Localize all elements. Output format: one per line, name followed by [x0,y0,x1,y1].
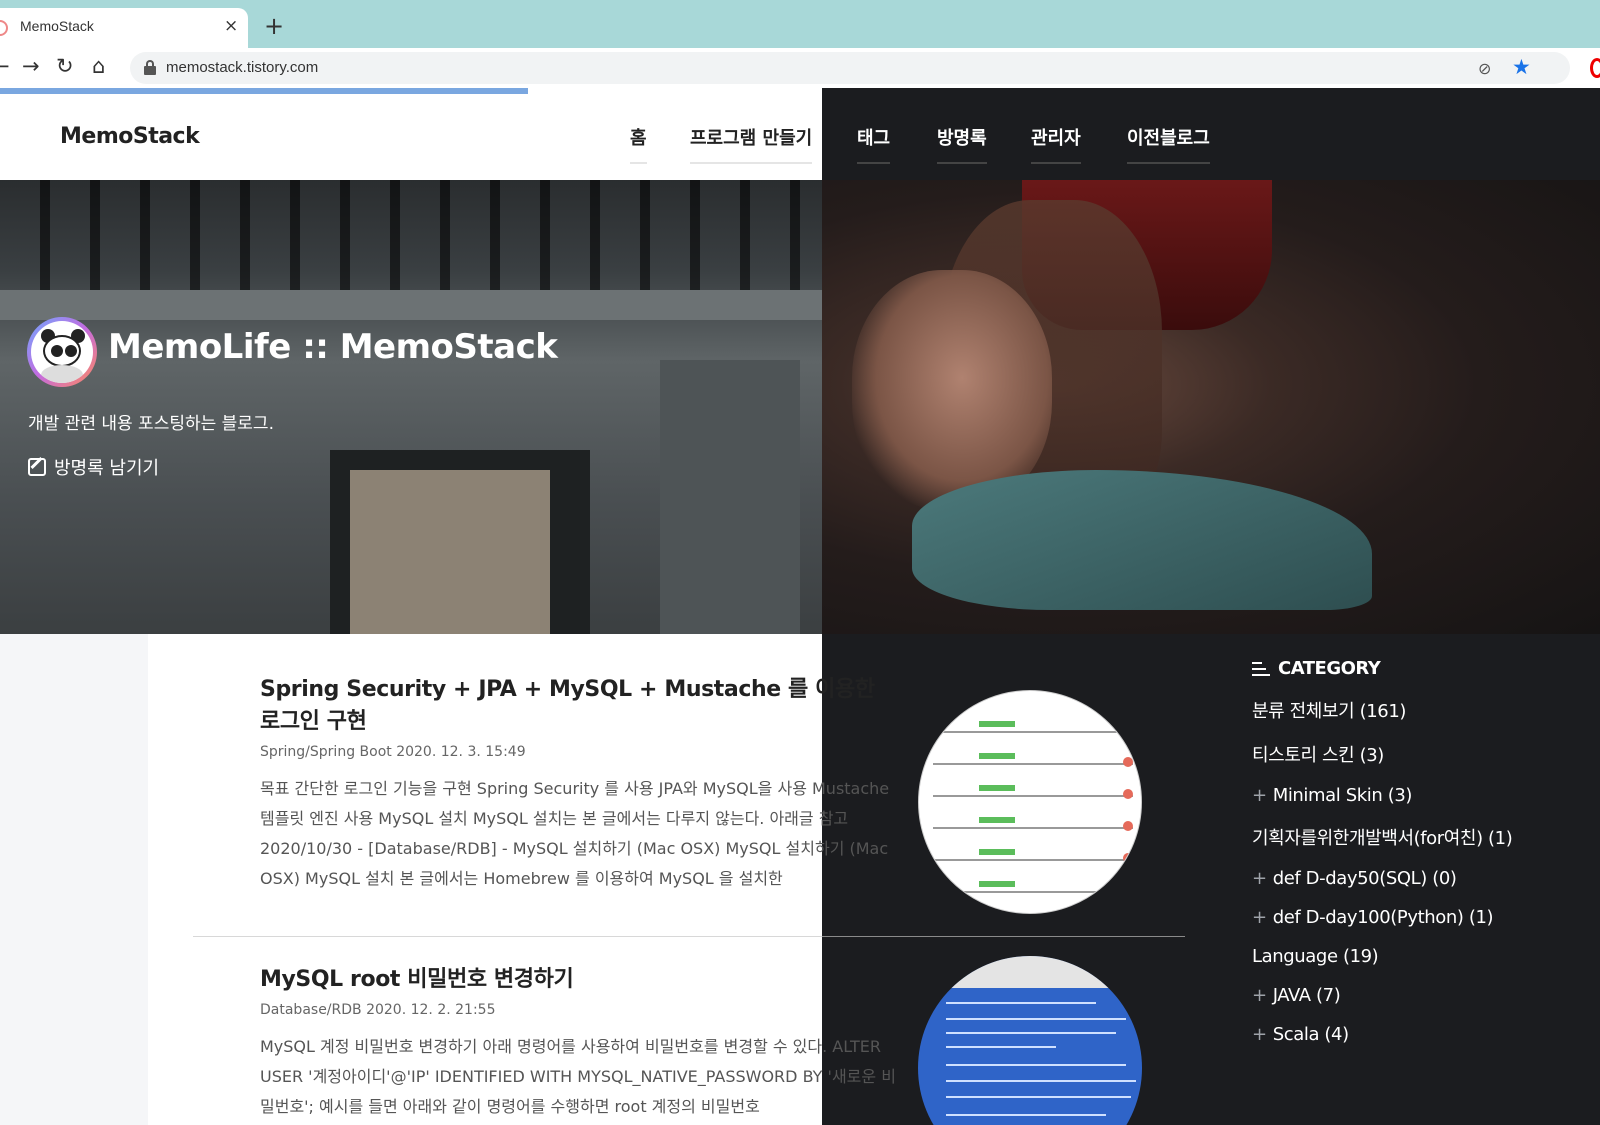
category-label[interactable]: JAVA (7) [1273,985,1341,1006]
plus-icon: + [1252,1024,1267,1045]
category-item[interactable]: + JAVA (7) [1252,985,1600,1006]
post-meta: Spring/Spring Boot 2020. 12. 3. 15:49 [260,744,526,760]
category-label[interactable]: 기획자를위한개발백서(for여친) (1) [1252,828,1513,849]
blog-title: MemoLife :: MemoStack [108,327,558,367]
plus-icon: + [1252,868,1267,889]
category-item[interactable]: 분류 전체보기 (161) [1252,697,1600,723]
hero-banner: MemoLife :: MemoStack 개발 관련 내용 포스팅하는 블로그… [0,180,1600,634]
category-item[interactable]: Language (19) [1252,946,1600,967]
post-thumbnail[interactable] [918,956,1142,1125]
nav-home[interactable]: 홈 [630,124,647,164]
hero-background-portrait [822,180,1600,634]
nav-tag[interactable]: 태그 [857,124,891,164]
post-excerpt[interactable]: 목표 간단한 로그인 기능을 구현 Spring Security 를 사용 J… [260,774,900,894]
home-button[interactable]: ⌂ [92,56,105,77]
plus-icon: + [1252,785,1267,806]
blog-description: 개발 관련 내용 포스팅하는 블로그. [28,414,274,434]
eye-off-icon[interactable]: ⊘ [1478,59,1491,78]
plus-icon: + [1252,985,1267,1006]
favicon-icon [0,20,8,36]
category-item[interactable]: + Scala (4) [1252,1024,1600,1045]
category-item[interactable]: + def D-day100(Python) (1) [1252,907,1600,928]
left-gutter [0,634,148,1125]
main-content: Spring Security + JPA + MySQL + Mustache… [0,634,1600,1125]
guestbook-link-label: 방명록 남기기 [54,458,160,479]
browser-tab[interactable]: MemoStack × [0,8,248,48]
back-button[interactable]: ← [0,56,10,77]
avatar[interactable] [27,317,97,387]
category-item[interactable]: 티스토리 스킨 (3) [1252,741,1600,767]
category-label[interactable]: Minimal Skin (3) [1273,785,1413,806]
bookmark-star-icon[interactable]: ★ [1512,55,1531,79]
post-item[interactable]: Spring Security + JPA + MySQL + Mustache… [260,674,900,894]
new-tab-button[interactable]: + [264,14,284,38]
lock-icon [144,60,156,75]
category-label[interactable]: def D-day50(SQL) (0) [1273,868,1457,889]
browser-tabbar: MemoStack × + [0,0,1600,48]
reload-button[interactable]: ↻ [56,56,74,77]
forward-button[interactable]: → [22,56,40,77]
url-text[interactable]: memostack.tistory.com [166,59,318,76]
category-item[interactable]: 기획자를위한개발백서(for여친) (1) [1252,824,1600,850]
category-menu-icon [1252,661,1270,676]
blog-header: MemoStack 홈 프로그램 만들기 태그 방명록 관리자 이전블로그 [0,88,1600,180]
post-title[interactable]: Spring Security + JPA + MySQL + Mustache… [260,674,900,738]
category-label[interactable]: Scala (4) [1273,1024,1349,1045]
tab-title: MemoStack [20,18,94,34]
category-label[interactable]: 분류 전체보기 (161) [1252,701,1406,722]
browser-toolbar: ← → ↻ ⌂ memostack.tistory.com ⊘ ★ [0,48,1600,88]
nav-previous-blog[interactable]: 이전블로그 [1127,124,1210,164]
nav-make-program[interactable]: 프로그램 만들기 [690,124,813,164]
hero-background-room [0,180,822,634]
category-sidebar: CATEGORY 분류 전체보기 (161) 티스토리 스킨 (3) + Mini… [1252,658,1600,1045]
close-icon[interactable]: × [224,16,238,36]
blog-logo[interactable]: MemoStack [60,124,200,149]
post-item[interactable]: MySQL root 비밀번호 변경하기 Database/RDB 2020. … [260,964,900,1122]
post-title[interactable]: MySQL root 비밀번호 변경하기 [260,964,900,996]
category-item[interactable]: + Minimal Skin (3) [1252,785,1600,806]
post-thumbnail[interactable] [918,690,1142,914]
category-label[interactable]: Language (19) [1252,946,1379,967]
category-item[interactable]: + def D-day50(SQL) (0) [1252,868,1600,889]
category-heading-label: CATEGORY [1278,658,1381,679]
guestbook-link[interactable]: 방명록 남기기 [28,454,159,480]
post-meta: Database/RDB 2020. 12. 2. 21:55 [260,1002,496,1018]
edit-icon [28,458,46,476]
plus-icon: + [1252,907,1267,928]
post-excerpt[interactable]: MySQL 계정 비밀번호 변경하기 아래 명령어를 사용하여 비밀번호를 변경… [260,1032,900,1122]
address-bar[interactable]: memostack.tistory.com ⊘ ★ [130,52,1570,84]
extension-icon[interactable] [1590,58,1600,78]
post-divider-dark [822,936,1185,937]
nav-admin[interactable]: 관리자 [1031,124,1081,164]
category-label[interactable]: def D-day100(Python) (1) [1273,907,1494,928]
category-label[interactable]: 티스토리 스킨 (3) [1252,745,1384,766]
nav-guestbook[interactable]: 방명록 [937,124,987,164]
category-heading: CATEGORY [1252,658,1600,679]
